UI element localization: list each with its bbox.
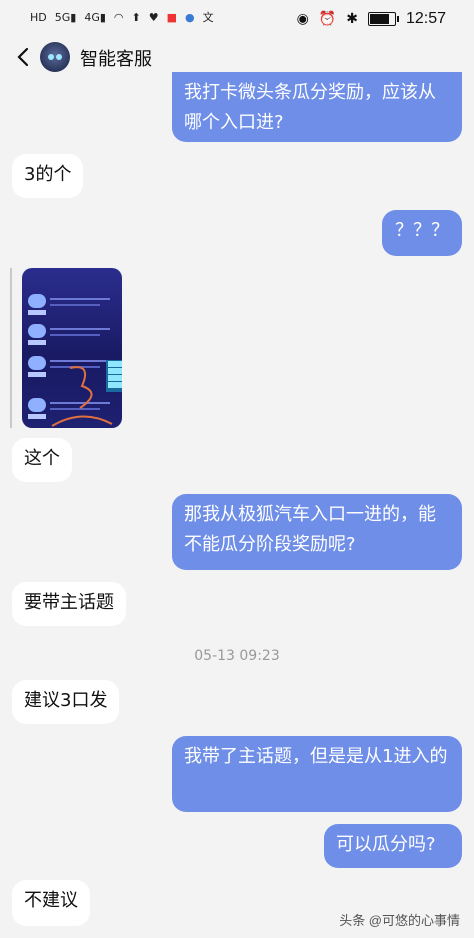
- eye-icon: ◉: [296, 11, 309, 27]
- chat-header: 智能客服: [0, 40, 474, 74]
- back-arrow-icon[interactable]: [14, 46, 34, 68]
- message-bubble-outgoing[interactable]: 可以瓜分吗?: [324, 824, 462, 868]
- image-quote-bar: [10, 268, 12, 428]
- message-bubble-outgoing[interactable]: 我带了主话题，但是是从1进入的: [172, 736, 462, 812]
- message-bubble-outgoing[interactable]: 我打卡微头条瓜分奖励，应该从哪个入口进?: [172, 72, 462, 142]
- watermark: 头条 @可悠的心事情: [339, 913, 460, 928]
- message-bubble-incoming[interactable]: 建议3口发: [12, 680, 120, 724]
- avatar-eye-right: [56, 54, 62, 60]
- heart-icon: ♥: [148, 11, 159, 24]
- message-bubble-outgoing[interactable]: 那我从极狐汽车入口一进的，能不能瓜分阶段奖励呢?: [172, 494, 462, 570]
- message-bubble-incoming[interactable]: 3的个: [12, 154, 84, 198]
- alarm-icon: ⏰: [318, 11, 337, 27]
- translate-icon: 文: [202, 11, 214, 24]
- message-bubble-incoming[interactable]: 不建议: [12, 880, 90, 926]
- battery-fill: [369, 14, 389, 24]
- red-app-icon: ■: [166, 11, 178, 24]
- clock-time: 12:57: [405, 10, 446, 27]
- status-bar: HD 5G▮ 4G▮ ◠ ⬆ ♥ ■ ● 文 ◉ ⏰ ✱ 12:57: [0, 0, 474, 40]
- status-right: ◉ ⏰ ✱ 12:57: [297, 10, 446, 28]
- blue-app-icon: ●: [185, 11, 195, 24]
- avatar-eye-left: [48, 54, 54, 60]
- message-image-thumbnail[interactable]: [22, 268, 122, 428]
- message-bubble-outgoing[interactable]: ？？？: [382, 210, 462, 256]
- bluetooth-icon: ✱: [346, 11, 358, 27]
- message-bubble-incoming[interactable]: 这个: [12, 438, 72, 482]
- signal-4g-icon: 4G▮: [84, 11, 106, 24]
- message-bubble-incoming[interactable]: 要带主话题: [12, 582, 126, 626]
- upload-icon: ⬆: [131, 11, 141, 24]
- status-left-icons: HD 5G▮ 4G▮ ◠ ⬆ ♥ ■ ● 文: [30, 11, 214, 25]
- scribble-drawing: [51, 366, 113, 427]
- bot-avatar[interactable]: [40, 42, 70, 72]
- page-title: 智能客服: [80, 49, 152, 70]
- hd-icon: HD: [30, 11, 47, 24]
- signal-5g-icon: 5G▮: [54, 11, 77, 24]
- battery-icon: [367, 12, 399, 26]
- message-timestamp: 05-13 09:23: [194, 648, 280, 664]
- wifi-icon: ◠: [113, 11, 124, 24]
